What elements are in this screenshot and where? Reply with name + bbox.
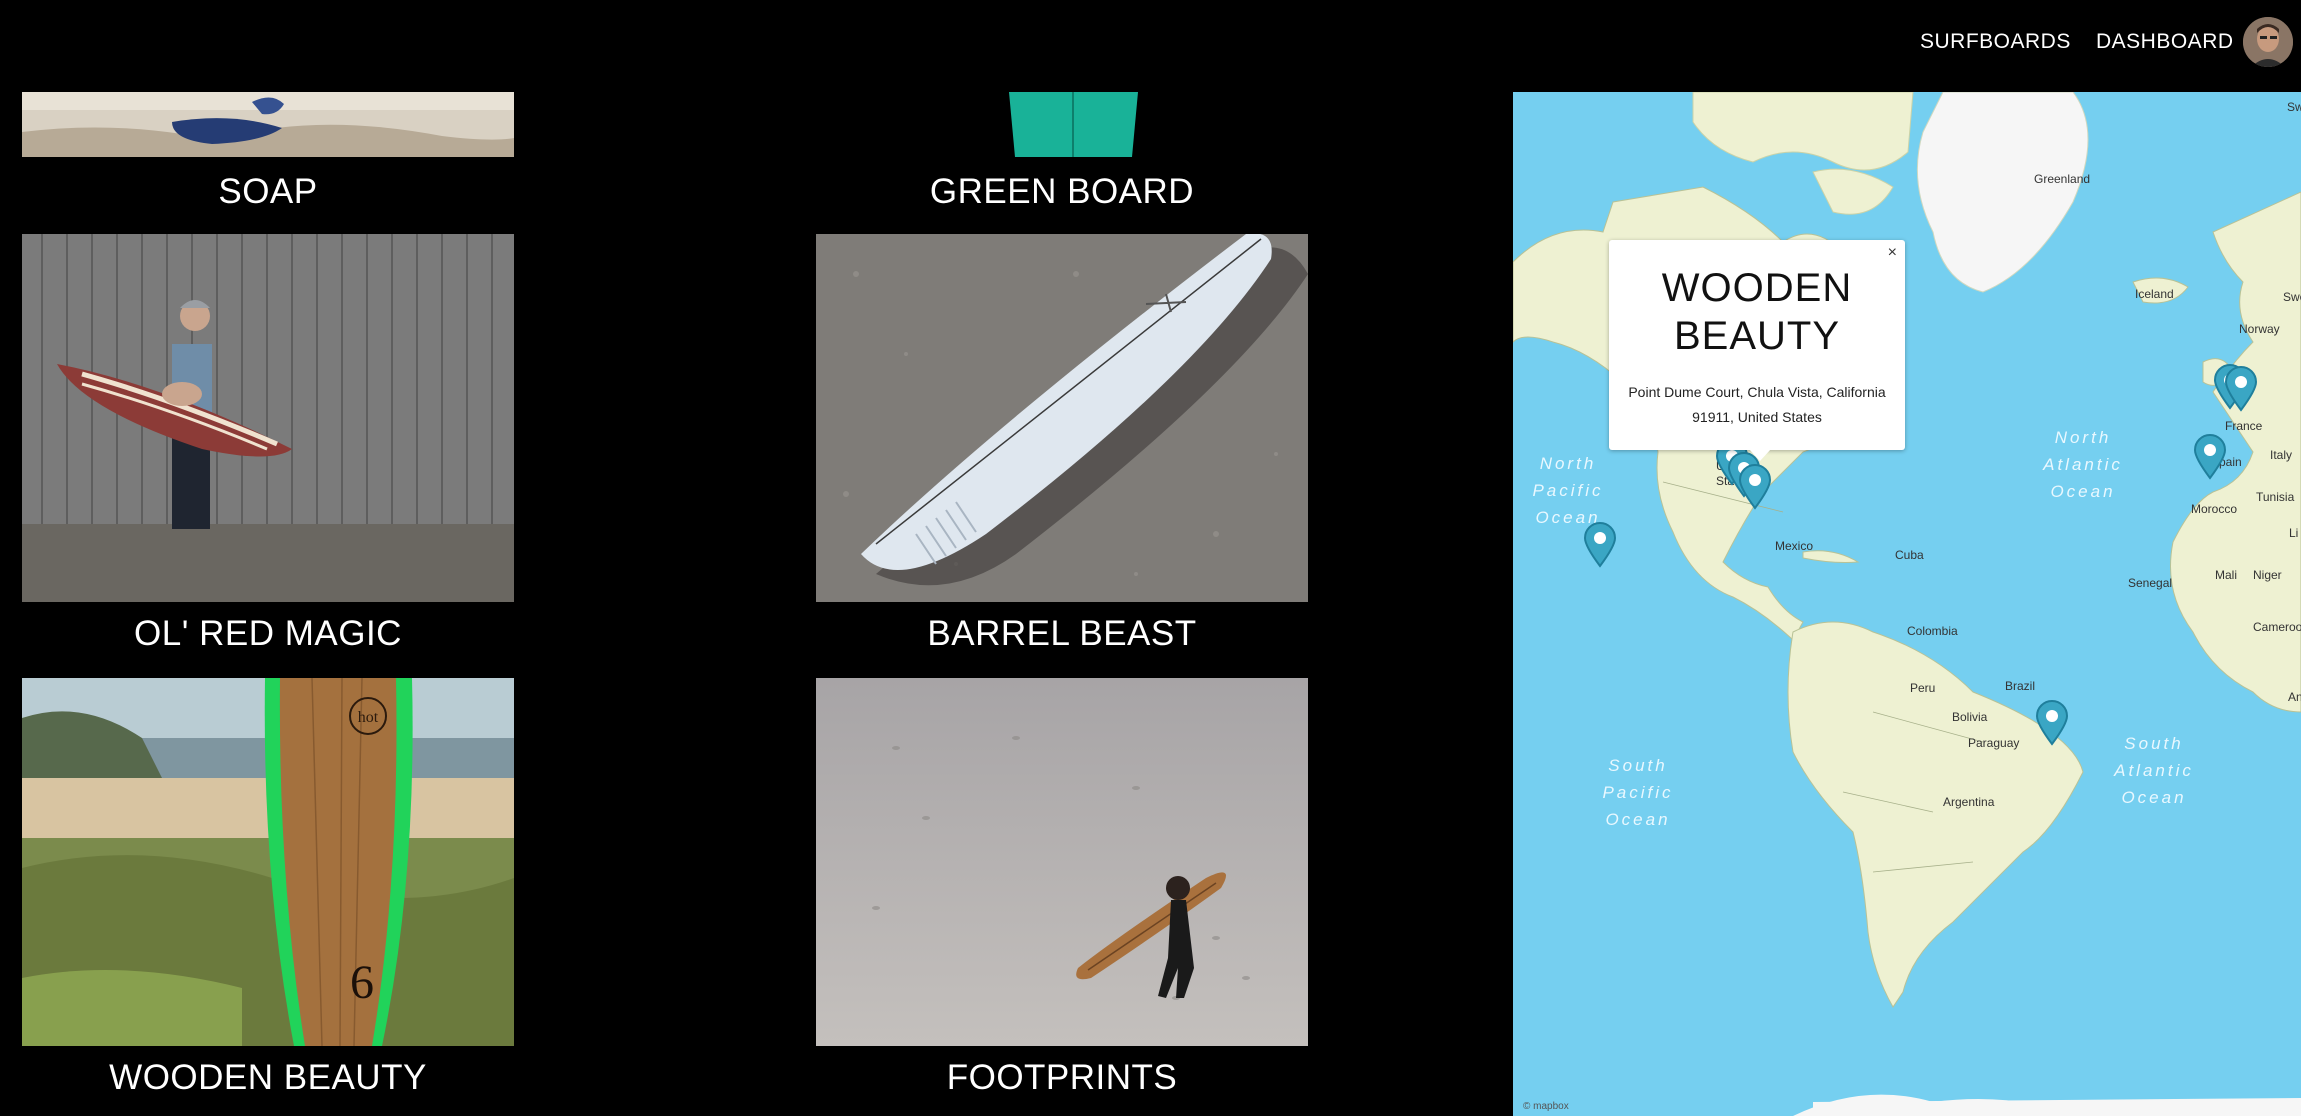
surfboard-card-footprints[interactable]: FOOTPRINTS <box>816 678 1308 1098</box>
map-label: France <box>2225 419 2263 433</box>
surfboard-title: FOOTPRINTS <box>946 1058 1178 1097</box>
popup-address: Point Dume Court, Chula Vista, Californi… <box>1628 384 1886 425</box>
map-label: Iceland <box>2135 287 2174 301</box>
map-label: Paraguay <box>1968 736 2020 750</box>
ocean-label: North Atlantic Ocean <box>2043 428 2123 501</box>
map-label: Senegal <box>2128 576 2173 590</box>
svg-text:hot: hot <box>358 709 379 726</box>
surfboard-image <box>22 92 514 157</box>
map-label: Li <box>2289 526 2299 540</box>
map-label: Colombia <box>1907 624 1958 638</box>
map-label: Cuba <box>1895 548 1924 562</box>
map-label: Mali <box>2215 568 2238 582</box>
map-label: Cameroo <box>2253 620 2301 634</box>
map-label: Argentina <box>1943 795 1995 809</box>
map-label: Bolivia <box>1952 710 1988 724</box>
top-nav: SURFBOARDS DASHBOARD <box>0 0 2301 92</box>
surfboard-card-soap[interactable]: SOAP <box>22 92 514 212</box>
map-label: Mexico <box>1775 539 1814 553</box>
popup-tip <box>1749 449 1771 461</box>
map-label: Tunisia <box>2256 490 2295 504</box>
map-panel[interactable]: Greenland Iceland Norway Sw Swe France S… <box>1513 92 2301 1116</box>
surfboard-image <box>816 92 1308 157</box>
mapbox-logo[interactable]: © mapbox <box>1523 1101 1569 1112</box>
ocean-label: North Pacific Ocean <box>1532 454 1604 527</box>
surfboard-title: WOODEN BEAUTY <box>109 1058 427 1097</box>
surfboard-image <box>22 234 514 602</box>
surfboard-card-wooden-beauty[interactable]: hot 6 WOODEN BEAUTY <box>22 678 514 1098</box>
surfboard-card-barrel-beast[interactable]: BARREL BEAST <box>816 234 1308 654</box>
surfboard-image: hot 6 <box>22 678 514 1046</box>
map-label: Niger <box>2253 568 2282 582</box>
map-label: Italy <box>2270 448 2293 462</box>
avatar[interactable] <box>2243 17 2293 67</box>
map-label: An <box>2288 690 2301 704</box>
map-label: Brazil <box>2005 679 2036 693</box>
surfboard-image <box>816 234 1308 602</box>
svg-text:6: 6 <box>350 956 374 1009</box>
close-icon[interactable]: × <box>1888 244 1897 262</box>
ocean-label: South Atlantic Ocean <box>2114 734 2194 807</box>
ocean-label: South Pacific Ocean <box>1602 756 1674 829</box>
surfboard-image <box>816 678 1308 1046</box>
map-label: Peru <box>1910 681 1936 695</box>
surfboard-title: GREEN BOARD <box>929 172 1195 211</box>
surfboard-card-ol-red-magic[interactable]: OL' RED MAGIC <box>22 234 514 654</box>
surfboard-card-green-board[interactable]: GREEN BOARD <box>816 92 1308 212</box>
map-popup: × WOODEN BEAUTY Point Dume Court, Chula … <box>1609 240 1905 450</box>
map-label: Sw <box>2287 100 2301 114</box>
surfboard-title: SOAP <box>218 172 318 211</box>
surfboard-title: BARREL BEAST <box>927 614 1197 653</box>
map-label: Swe <box>2283 290 2301 304</box>
nav-surfboards-link[interactable]: SURFBOARDS <box>1920 30 2071 54</box>
nav-dashboard-link[interactable]: DASHBOARD <box>2096 30 2234 54</box>
map-label: Norway <box>2239 322 2280 336</box>
surfboard-title: OL' RED MAGIC <box>134 614 402 653</box>
map-label: Greenland <box>2034 172 2091 186</box>
popup-title: WOODEN BEAUTY <box>1661 266 1853 358</box>
map-label: Morocco <box>2191 502 2238 516</box>
